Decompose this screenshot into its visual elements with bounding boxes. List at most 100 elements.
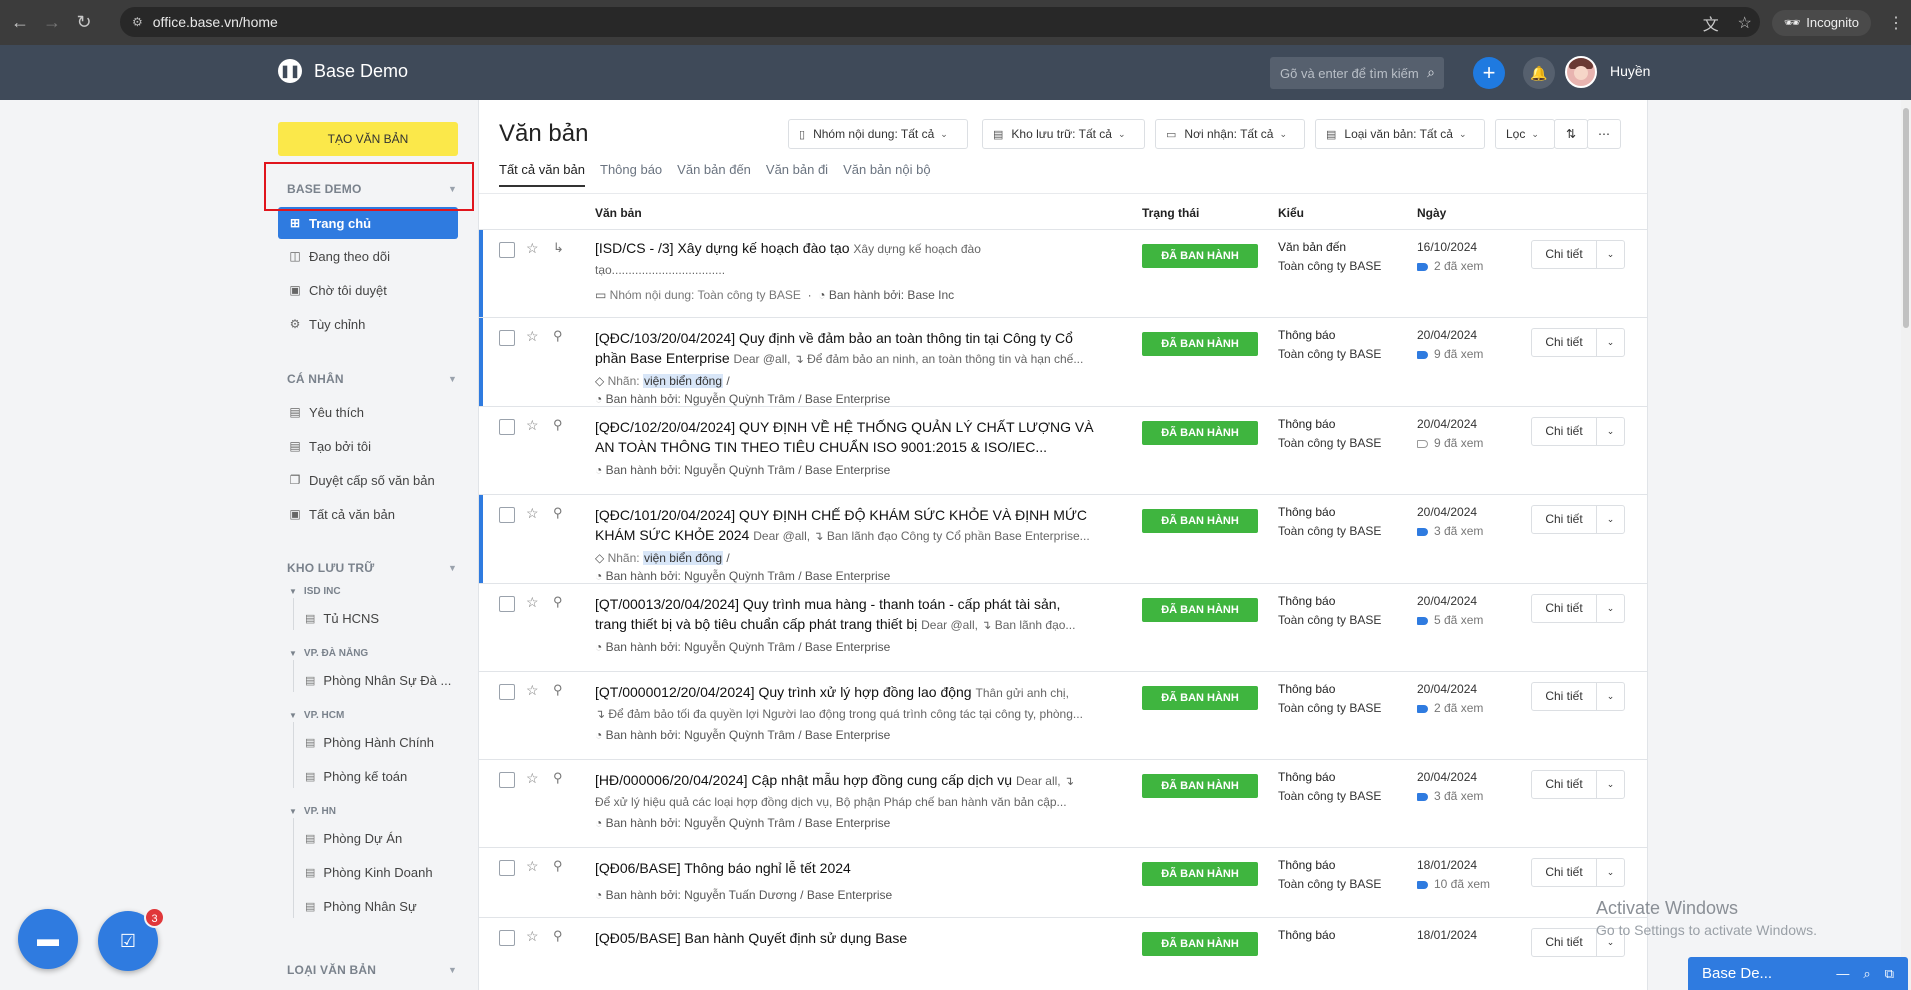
reload-icon[interactable]: ↻: [68, 7, 100, 39]
star-icon[interactable]: ☆: [526, 594, 539, 611]
filter-button[interactable]: Lọc ⌄: [1495, 119, 1555, 149]
sidebar-item-number-approval[interactable]: ❐ Duyệt cấp số văn bản: [278, 464, 458, 496]
sidebar-item-favorites[interactable]: ▤ Yêu thích: [278, 396, 458, 428]
document-cell[interactable]: [ISD/CS - /3] Xây dựng kế hoạch đào tạo …: [595, 238, 1115, 280]
chat-bubble-button[interactable]: ▬: [18, 909, 78, 969]
bookmark-star-icon[interactable]: ☆: [1728, 13, 1762, 33]
tab-outgoing[interactable]: Văn bản đi: [766, 162, 828, 187]
avatar[interactable]: [1565, 56, 1597, 88]
chevron-down-icon[interactable]: ⌄: [1596, 417, 1625, 446]
row-checkbox[interactable]: [499, 684, 515, 700]
detail-button[interactable]: Chi tiết: [1531, 594, 1597, 623]
document-cell[interactable]: [QĐC/103/20/04/2024] Quy định về đảm bảo…: [595, 328, 1115, 369]
caret-down-icon[interactable]: ▼: [448, 965, 457, 975]
minimized-chat-window[interactable]: Base De... — ⌕ ⧉: [1688, 957, 1908, 990]
storage-item[interactable]: ▤ Phòng Nhân Sự: [305, 899, 417, 914]
detail-button[interactable]: Chi tiết: [1531, 240, 1597, 269]
sidebar-item-following[interactable]: ◫ Đang theo dõi: [278, 240, 458, 272]
pin-icon[interactable]: ⚲: [553, 328, 563, 344]
row-checkbox[interactable]: [499, 772, 515, 788]
storage-item[interactable]: ▤ Phòng Nhân Sự Đà ...: [305, 673, 451, 688]
pin-icon[interactable]: ⚲: [553, 858, 563, 874]
storage-group[interactable]: ▼ VP. ĐÀ NẴNG: [289, 648, 368, 659]
document-cell[interactable]: [HĐ/000006/20/04/2024] Cập nhật mẫu hợp …: [595, 770, 1115, 812]
document-cell[interactable]: [QT/00013/20/04/2024] Quy trình mua hàng…: [595, 594, 1115, 635]
tab-internal[interactable]: Văn bản nội bộ: [843, 162, 930, 187]
document-cell[interactable]: [QĐC/101/20/04/2024] QUY ĐỊNH CHẾ ĐỘ KHÁ…: [595, 505, 1115, 546]
caret-down-icon[interactable]: ▼: [448, 563, 457, 573]
star-icon[interactable]: ☆: [526, 240, 539, 257]
star-icon[interactable]: ☆: [526, 417, 539, 434]
search-input[interactable]: Gõ và enter để tìm kiếm ⌕: [1270, 57, 1444, 89]
app-logo[interactable]: ❚❚ Base Demo: [278, 59, 408, 83]
chevron-down-icon[interactable]: ⌄: [1596, 770, 1625, 799]
caret-down-icon[interactable]: ▼: [448, 374, 457, 384]
pin-icon[interactable]: ⚲: [553, 417, 563, 433]
row-checkbox[interactable]: [499, 507, 515, 523]
star-icon[interactable]: ☆: [526, 505, 539, 522]
pin-icon[interactable]: ⚲: [553, 682, 563, 698]
incognito-badge[interactable]: 🕶 Incognito: [1771, 9, 1871, 36]
filter-content-group[interactable]: ▯ Nhóm nội dung: Tất cả ⌄: [788, 119, 968, 149]
filter-recipient[interactable]: ▭ Nơi nhận: Tất cả ⌄: [1155, 119, 1305, 149]
row-checkbox[interactable]: [499, 930, 515, 946]
storage-item[interactable]: ▤ Tủ HCNS: [305, 611, 379, 626]
table-row[interactable]: ☆ ⚲ [HĐ/000006/20/04/2024] Cập nhật mẫu …: [479, 760, 1647, 848]
chevron-down-icon[interactable]: ⌄: [1596, 505, 1625, 534]
table-row[interactable]: ☆ ⚲ [QT/0000012/20/04/2024] Quy trình xử…: [479, 672, 1647, 760]
search-icon[interactable]: ⌕: [1863, 966, 1870, 982]
minimize-icon[interactable]: —: [1836, 966, 1849, 982]
storage-item[interactable]: ▤ Phòng kế toán: [305, 769, 407, 784]
chevron-down-icon[interactable]: ⌄: [1596, 682, 1625, 711]
detail-button[interactable]: Chi tiết: [1531, 505, 1597, 534]
row-checkbox[interactable]: [499, 596, 515, 612]
chevron-down-icon[interactable]: ⌄: [1596, 328, 1625, 357]
star-icon[interactable]: ☆: [526, 928, 539, 945]
page-scrollbar[interactable]: [1901, 100, 1911, 990]
sort-button[interactable]: ⇅: [1554, 119, 1588, 149]
user-name[interactable]: Huyền: [1610, 63, 1650, 79]
document-cell[interactable]: [QT/0000012/20/04/2024] Quy trình xử lý …: [595, 682, 1115, 724]
table-row[interactable]: ☆ ⚲ [QĐC/101/20/04/2024] QUY ĐỊNH CHẾ ĐỘ…: [479, 495, 1647, 584]
detail-button[interactable]: Chi tiết: [1531, 770, 1597, 799]
tab-all[interactable]: Tất cả văn bản: [499, 162, 585, 187]
star-icon[interactable]: ☆: [526, 682, 539, 699]
detail-button[interactable]: Chi tiết: [1531, 928, 1597, 957]
browser-menu-icon[interactable]: ⋮: [1881, 13, 1911, 33]
forward-icon[interactable]: →: [36, 7, 68, 39]
sidebar-item-created-by-me[interactable]: ▤ Tạo bởi tôi: [278, 430, 458, 462]
pin-icon[interactable]: ⚲: [553, 594, 563, 610]
pin-icon[interactable]: ⚲: [553, 770, 563, 786]
more-options-button[interactable]: ⋯: [1587, 119, 1621, 149]
translate-icon[interactable]: 文: [1694, 11, 1728, 35]
pin-icon[interactable]: ⚲: [553, 505, 563, 521]
storage-group[interactable]: ▼ VP. HCM: [289, 710, 344, 721]
sidebar-item-customize[interactable]: ⚙ Tùy chỉnh: [278, 308, 458, 340]
table-row[interactable]: ☆ ⚲ [QĐC/102/20/04/2024] QUY ĐỊNH VỀ HỆ …: [479, 407, 1647, 495]
document-cell[interactable]: [QĐ05/BASE] Ban hành Quyết định sử dụng …: [595, 928, 1115, 948]
row-checkbox[interactable]: [499, 330, 515, 346]
sidebar-item-all-documents[interactable]: ▣ Tất cả văn bản: [278, 498, 458, 530]
address-bar[interactable]: ⚙ office.base.vn/home: [120, 7, 1760, 37]
star-icon[interactable]: ☆: [526, 328, 539, 345]
back-icon[interactable]: ←: [4, 7, 36, 39]
tab-incoming[interactable]: Văn bản đến: [677, 162, 751, 187]
row-checkbox[interactable]: [499, 860, 515, 876]
tab-notices[interactable]: Thông báo: [600, 162, 662, 187]
notification-bell-icon[interactable]: 🔔: [1523, 57, 1555, 89]
storage-group[interactable]: ▼ VP. HN: [289, 806, 336, 817]
detail-button[interactable]: Chi tiết: [1531, 858, 1597, 887]
storage-item[interactable]: ▤ Phòng Dự Án: [305, 831, 402, 846]
table-row[interactable]: ☆ ⚲ [QĐ05/BASE] Ban hành Quyết định sử d…: [479, 918, 1647, 990]
chevron-down-icon[interactable]: ⌄: [1596, 858, 1625, 887]
add-button[interactable]: +: [1473, 57, 1505, 89]
chevron-down-icon[interactable]: ⌄: [1596, 594, 1625, 623]
detail-button[interactable]: Chi tiết: [1531, 328, 1597, 357]
star-icon[interactable]: ☆: [526, 858, 539, 875]
row-checkbox[interactable]: [499, 419, 515, 435]
chevron-down-icon[interactable]: ⌄: [1596, 240, 1625, 269]
pin-icon[interactable]: ⚲: [553, 928, 563, 944]
table-row[interactable]: ☆ ⚲ [QĐC/103/20/04/2024] Quy định về đảm…: [479, 318, 1647, 407]
create-document-button[interactable]: TẠO VĂN BẢN: [278, 122, 458, 156]
storage-item[interactable]: ▤ Phòng Kinh Doanh: [305, 865, 433, 880]
